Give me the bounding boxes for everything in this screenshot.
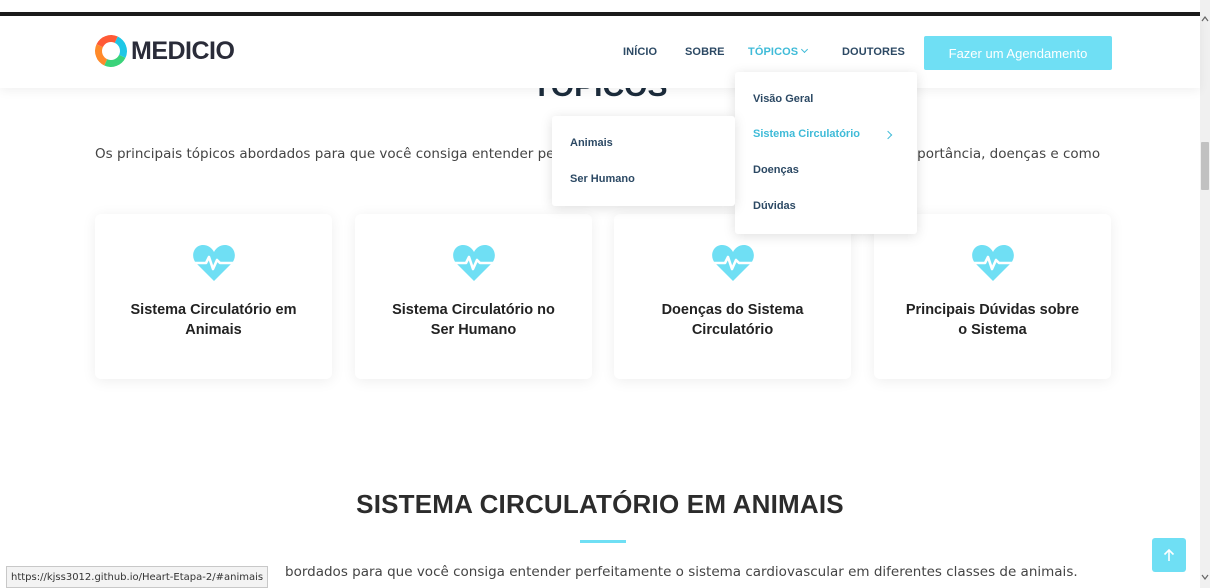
scrollbar-track[interactable] <box>1200 0 1210 588</box>
site-header: MEDICIO INÍCIO SOBRE TÓPICOS DOUTORES Fa… <box>0 16 1200 88</box>
heart-pulse-icon <box>453 245 495 281</box>
arrow-up-icon <box>1163 548 1175 561</box>
logo-ring-icon <box>90 30 132 72</box>
nav-inicio[interactable]: INÍCIO <box>623 46 657 58</box>
nav-topicos-label: TÓPICOS <box>748 46 799 58</box>
heart-pulse-icon <box>712 245 754 281</box>
animais-section-title: SISTEMA CIRCULATÓRIO EM ANIMAIS <box>356 489 844 519</box>
heart-pulse-icon <box>193 245 235 281</box>
heart-pulse-icon <box>972 245 1014 281</box>
schedule-appointment-button[interactable]: Fazer um Agendamento <box>924 36 1112 70</box>
sistema-circulatorio-submenu: Animais Ser Humano <box>552 116 735 206</box>
card-doencas[interactable]: Doenças do Sistema Circulatório <box>614 214 851 379</box>
logo[interactable]: MEDICIO <box>90 30 235 72</box>
logo-text: MEDICIO <box>131 36 235 65</box>
dropdown-item-doencas[interactable]: Doenças <box>753 164 799 176</box>
scroll-down-arrow-icon[interactable] <box>1200 572 1210 582</box>
nav-topicos[interactable]: TÓPICOS <box>748 45 809 58</box>
chevron-right-icon <box>883 130 893 140</box>
nav-doutores[interactable]: DOUTORES <box>842 46 905 58</box>
card-duvidas[interactable]: Principais Dúvidas sobre o Sistema <box>874 214 1111 379</box>
scroll-up-arrow-icon[interactable] <box>1200 14 1210 24</box>
card-title: Principais Dúvidas sobre o Sistema <box>905 302 1080 338</box>
topicos-dropdown: Visão Geral Sistema Circulatório Doenças… <box>735 72 917 234</box>
card-title: Doenças do Sistema Circulatório <box>661 302 804 338</box>
dropdown-item-visao-geral[interactable]: Visão Geral <box>753 93 813 105</box>
card-title: Sistema Circulatório em Animais <box>130 302 297 338</box>
title-underline <box>580 540 626 543</box>
topicos-intro-right: mportância, doenças e como <box>904 146 1101 162</box>
dropdown-item-sistema-circulatorio[interactable]: Sistema Circulatório <box>753 128 860 140</box>
scrollbar-thumb[interactable] <box>1201 142 1209 190</box>
topicos-intro-left: Os principais tópicos abordados para que… <box>95 146 555 162</box>
dropdown-item-duvidas[interactable]: Dúvidas <box>753 200 796 212</box>
submenu-item-animais[interactable]: Animais <box>570 137 613 149</box>
nav-sobre[interactable]: SOBRE <box>685 46 725 58</box>
submenu-item-ser-humano[interactable]: Ser Humano <box>570 173 635 185</box>
status-bar-url: https://kjss3012.github.io/Heart-Etapa-2… <box>6 566 269 588</box>
card-title: Sistema Circulatório no Ser Humano <box>392 302 555 338</box>
back-to-top-button[interactable] <box>1152 538 1186 572</box>
card-ser-humano[interactable]: Sistema Circulatório no Ser Humano <box>355 214 592 379</box>
card-animais[interactable]: Sistema Circulatório em Animais <box>95 214 332 379</box>
animais-intro: bordados para que você consiga entender … <box>285 564 1078 580</box>
chevron-down-icon <box>801 45 809 54</box>
